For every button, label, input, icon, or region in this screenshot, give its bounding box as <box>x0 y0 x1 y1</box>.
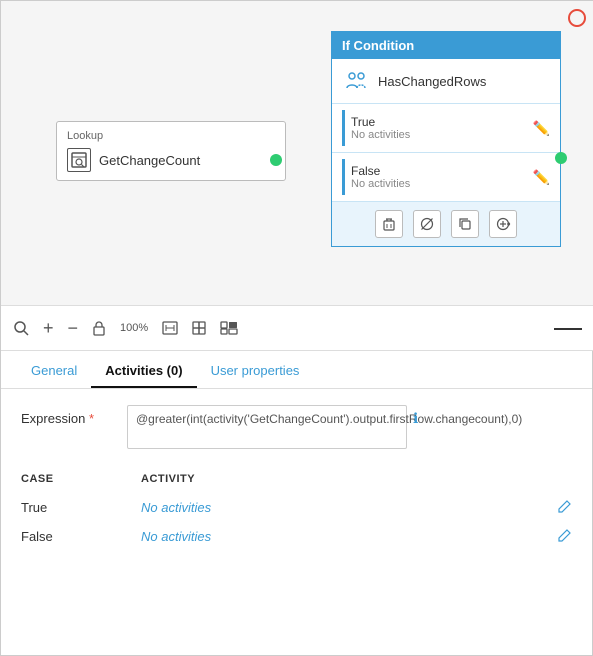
row-edit-icon[interactable] <box>542 493 572 522</box>
if-condition-header: If Condition <box>332 32 560 59</box>
if-disable-button[interactable] <box>413 210 441 238</box>
toolbar-search-button[interactable] <box>13 320 29 336</box>
if-true-label: True <box>351 115 527 129</box>
expression-field-row: Expression * @greater(int(activity('GetC… <box>21 405 572 449</box>
if-delete-button[interactable] <box>375 210 403 238</box>
activity-value: No activities <box>141 522 542 551</box>
if-connector-dot <box>555 152 567 164</box>
if-false-content: False No activities <box>351 164 527 190</box>
tab-user-properties[interactable]: User properties <box>197 355 314 388</box>
lookup-label: Lookup <box>67 130 275 142</box>
if-activity-icon <box>342 67 370 95</box>
properties-panel: Expression * @greater(int(activity('GetC… <box>1 389 592 567</box>
expression-input-wrap: @greater(int(activity('GetChangeCount').… <box>127 405 572 449</box>
toolbar-group-button[interactable] <box>220 321 238 335</box>
case-table-row: FalseNo activities <box>21 522 572 551</box>
if-true-edit-icon[interactable]: ✏️ <box>533 120 550 137</box>
if-false-label: False <box>351 164 527 178</box>
if-false-border <box>342 159 345 195</box>
case-value: True <box>21 493 141 522</box>
if-activity-name: HasChangedRows <box>378 74 486 89</box>
if-true-sub: No activities <box>351 129 527 141</box>
toolbar-zoom-button[interactable]: 100% <box>120 322 148 334</box>
toolbar-fit-button[interactable] <box>162 321 178 335</box>
toolbar-underline-indicator <box>554 328 582 330</box>
case-activity-table: CASE ACTIVITY TrueNo activitiesFalseNo a… <box>21 469 572 551</box>
tab-activities[interactable]: Activities (0) <box>91 355 196 388</box>
lookup-activity-name: GetChangeCount <box>99 153 200 168</box>
lookup-box: Lookup GetChangeCount <box>56 121 286 181</box>
case-value: False <box>21 522 141 551</box>
if-add-button[interactable] <box>489 210 517 238</box>
expression-info-icon[interactable]: ℹ <box>413 410 418 427</box>
col-activity-header: ACTIVITY <box>141 469 542 493</box>
toolbar-remove-button[interactable]: − <box>68 318 79 339</box>
required-star: * <box>89 411 94 426</box>
col-case-header: CASE <box>21 469 141 493</box>
case-table-row: TrueNo activities <box>21 493 572 522</box>
if-true-border <box>342 110 345 146</box>
toolbar: + − 100% <box>1 306 593 351</box>
canvas-area: Lookup GetChangeCount If Condition <box>1 1 593 306</box>
if-activity-row: HasChangedRows <box>332 59 560 104</box>
if-true-content: True No activities <box>351 115 527 141</box>
if-copy-button[interactable] <box>451 210 479 238</box>
if-false-edit-icon[interactable]: ✏️ <box>533 169 550 186</box>
expression-label: Expression * <box>21 405 111 426</box>
expression-input[interactable]: @greater(int(activity('GetChangeCount').… <box>127 405 407 449</box>
lookup-connector-dot <box>270 154 282 166</box>
row-edit-icon[interactable] <box>542 522 572 551</box>
tabs-row: General Activities (0) User properties <box>1 351 592 389</box>
toolbar-add-button[interactable]: + <box>43 318 54 339</box>
if-condition-box: If Condition HasChangedRows True No acti… <box>331 31 561 247</box>
toolbar-lock-button[interactable] <box>92 320 106 336</box>
if-false-row: False No activities ✏️ <box>332 153 560 202</box>
if-true-row: True No activities ✏️ <box>332 104 560 153</box>
lookup-icon <box>67 148 91 172</box>
tab-general[interactable]: General <box>17 355 91 388</box>
toolbar-select-button[interactable] <box>192 321 206 335</box>
red-circle-indicator[interactable] <box>568 9 586 27</box>
if-action-bar <box>332 202 560 246</box>
activity-value: No activities <box>141 493 542 522</box>
if-false-sub: No activities <box>351 178 527 190</box>
